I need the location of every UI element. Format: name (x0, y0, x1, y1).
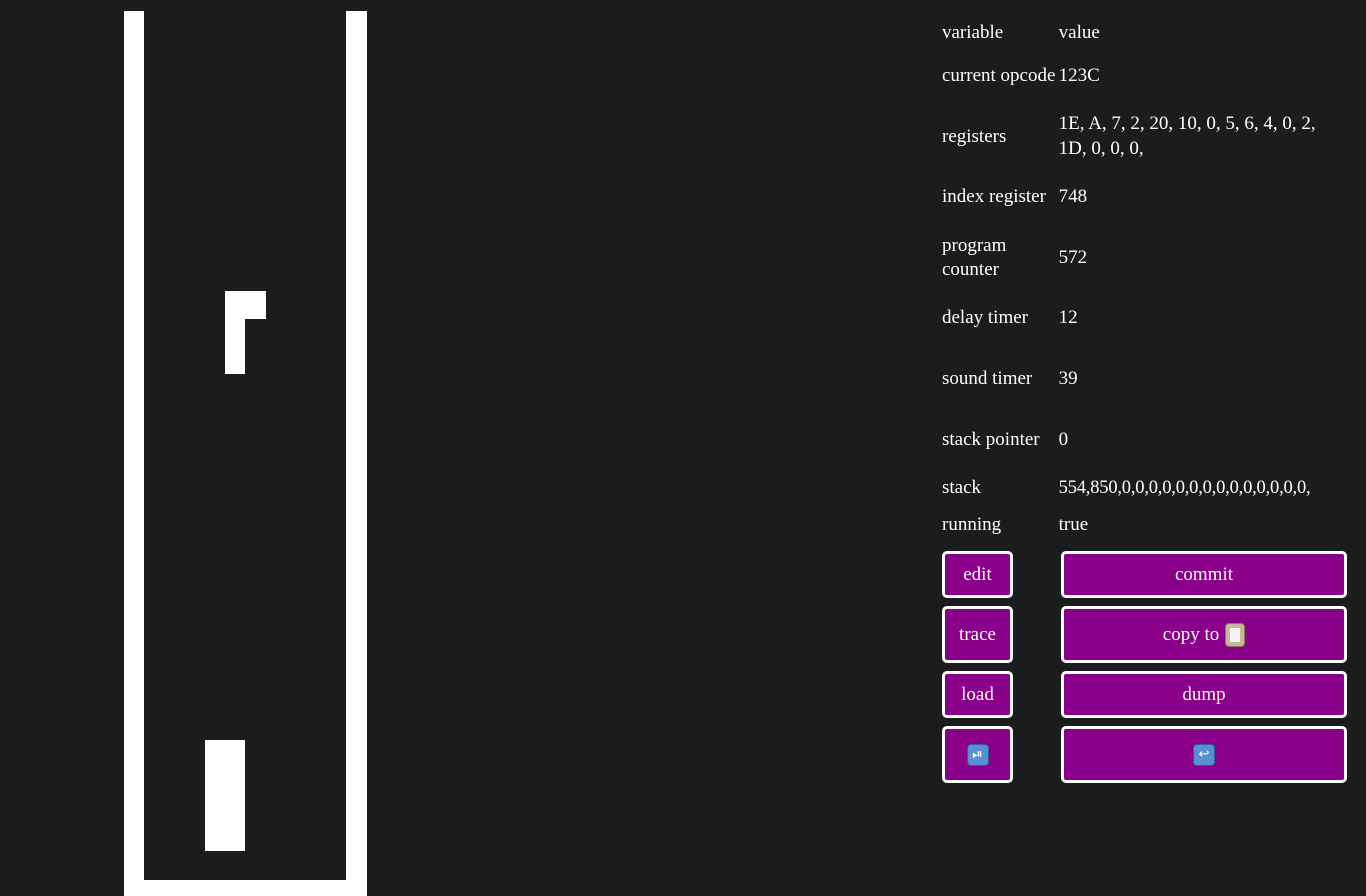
header-value: value (1058, 21, 1100, 43)
header-variable: variable (942, 21, 1004, 43)
variables-table: variable value current opcode 123C regis… (942, 20, 1352, 543)
play-pause-icon: ⏯ (966, 743, 989, 766)
bottom-wall (124, 880, 367, 896)
table-row: delay timer 12 (942, 288, 1352, 349)
table-row: registers 1E, A, 7, 2, 20, 10, 0, 5, 6, … (942, 107, 1352, 168)
var-value: 12 (1058, 307, 1078, 329)
var-name: current opcode (942, 65, 1056, 87)
var-value: true (1058, 513, 1089, 535)
var-value: 0 (1058, 428, 1069, 450)
var-value: 1E, A, 7, 2, 20, 10, 0, 5, 6, 4, 0, 2, 1… (1058, 113, 1316, 159)
reset-button[interactable]: ↩ (1061, 726, 1347, 783)
var-value: 748 (1058, 186, 1088, 208)
var-value: 554,850,0,0,0,0,0,0,0,0,0,0,0,0,0,0, (1058, 478, 1311, 499)
sprite-block (205, 740, 245, 851)
copy-label: copy to (1162, 623, 1220, 645)
var-name: stack (942, 477, 982, 499)
left-wall (124, 11, 144, 896)
table-row: stack 554,850,0,0,0,0,0,0,0,0,0,0,0,0,0,… (942, 470, 1352, 507)
trace-button[interactable]: trace (942, 606, 1013, 663)
edit-button[interactable]: edit (942, 551, 1013, 598)
right-wall (346, 11, 367, 896)
button-row-load: load dump (942, 671, 1347, 718)
dump-button[interactable]: dump (1061, 671, 1347, 718)
commit-button[interactable]: commit (1061, 551, 1347, 598)
var-value: 572 (1058, 246, 1088, 268)
load-button[interactable]: load (942, 671, 1013, 718)
copy-to-clipboard-button[interactable]: copy to (1061, 606, 1347, 663)
return-arrow-icon: ↩ (1193, 743, 1215, 766)
debug-panel: variable value current opcode 123C regis… (942, 20, 1352, 783)
var-name: index register (942, 186, 1046, 208)
table-row: index register 748 (942, 167, 1352, 228)
var-name: delay timer (942, 307, 1028, 329)
table-row: running true (942, 507, 1352, 544)
var-name: stack pointer (942, 428, 1040, 450)
button-row-edit: edit commit (942, 551, 1347, 598)
display-screen (0, 0, 900, 896)
var-name: registers (942, 125, 1007, 147)
var-value: 39 (1058, 368, 1078, 390)
table-row: sound timer 39 (942, 349, 1352, 410)
table-row: current opcode 123C (942, 46, 1352, 107)
table-row: program counter 572 (942, 228, 1352, 289)
clipboard-icon (1225, 622, 1246, 647)
var-value: 123C (1058, 65, 1100, 87)
play-pause-button[interactable]: ⏯ (942, 726, 1013, 783)
table-header-row: variable value (942, 20, 1352, 46)
table-row: stack pointer 0 (942, 410, 1352, 471)
var-name: sound timer (942, 368, 1033, 390)
var-name: running (942, 513, 1002, 535)
sprite-hook-stem (225, 291, 245, 374)
button-row-trace: trace copy to (942, 606, 1347, 663)
button-row-controls: ⏯ ↩ (942, 726, 1347, 783)
var-name: program counter (942, 234, 1007, 281)
